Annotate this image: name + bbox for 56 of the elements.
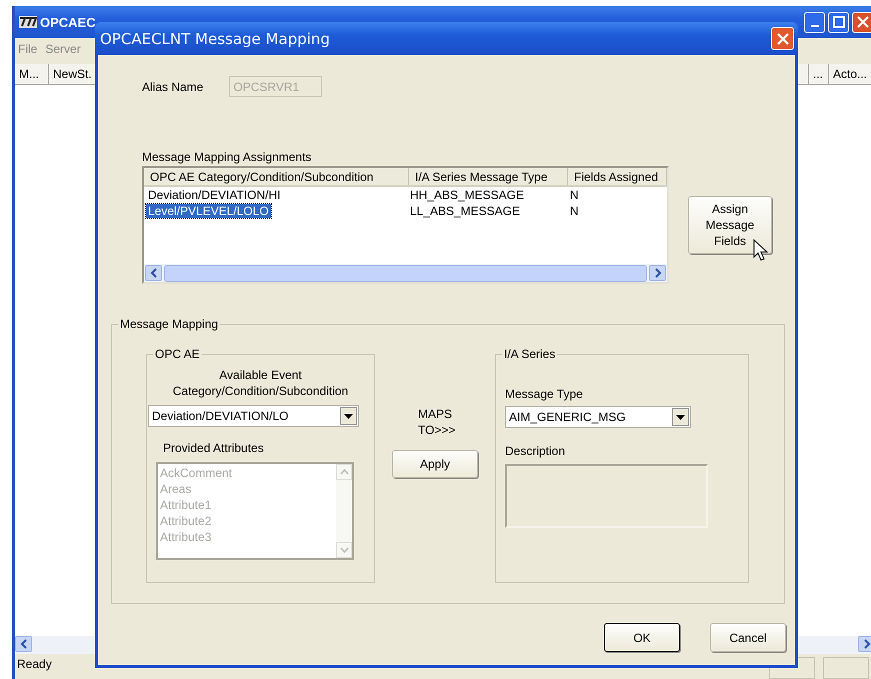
scroll-left-button[interactable]	[15, 636, 32, 652]
table-cell-text: N	[568, 188, 580, 202]
cancel-button[interactable]: Cancel	[710, 623, 786, 652]
event-dropdown[interactable]: Deviation/DEVIATION/LO	[148, 405, 359, 427]
scroll-right-button[interactable]	[649, 265, 666, 281]
close-button[interactable]	[852, 12, 871, 32]
status-text: Ready	[16, 657, 53, 671]
chevron-right-icon	[862, 639, 870, 649]
window-title: OPCAEC	[40, 14, 96, 30]
maximize-icon	[832, 16, 844, 28]
close-icon	[776, 32, 788, 44]
chevron-left-icon	[150, 268, 158, 278]
dropdown-arrow-icon	[344, 414, 353, 418]
column-header[interactable]: OPC AE Category/Condition/Subcondition	[144, 168, 409, 185]
column-header[interactable]: I/A Series Message Type	[409, 168, 568, 185]
chevron-up-icon	[340, 469, 348, 475]
close-icon	[856, 16, 868, 28]
table-cell-text: N	[568, 204, 580, 218]
maximize-button[interactable]	[828, 12, 849, 32]
column-header[interactable]: Fields Assigned	[568, 168, 667, 185]
group-title: OPC AE	[153, 347, 202, 361]
description-field[interactable]	[505, 464, 708, 528]
table-cell-text: LL_ABS_MESSAGE	[408, 204, 521, 218]
table-cell-text: HH_ABS_MESSAGE	[408, 188, 525, 202]
group-title: Message Mapping	[118, 317, 220, 331]
app-icon	[19, 16, 37, 28]
field-label: Available Event Category/Condition/Subcondition	[172, 367, 350, 399]
alias-label: Alias Name	[142, 80, 204, 94]
close-button[interactable]	[771, 27, 794, 50]
scroll-left-button[interactable]	[145, 265, 162, 281]
status-panel	[823, 657, 869, 679]
pointer-cursor-icon	[753, 239, 769, 263]
ok-button[interactable]: OK	[604, 623, 680, 652]
dialog-title: OPCAECLNT Message Mapping	[100, 30, 330, 48]
chevron-down-icon	[340, 547, 348, 553]
column-header[interactable]: M...	[15, 64, 49, 84]
field-label: Provided Attributes	[163, 441, 265, 455]
minimize-icon	[810, 25, 818, 27]
message-type-dropdown[interactable]: AIM_GENERIC_MSG	[505, 406, 691, 428]
table-cell[interactable]: Deviation/DEVIATION/HI	[146, 188, 282, 202]
group-title: I/A Series	[502, 347, 558, 361]
scroll-right-button[interactable]	[858, 636, 871, 652]
section-label: Message Mapping Assignments	[142, 150, 312, 166]
field-label: Description	[505, 444, 566, 458]
dropdown-arrow-icon	[676, 414, 685, 420]
apply-button[interactable]: Apply	[392, 450, 478, 478]
column-header[interactable]: Acto...	[829, 64, 871, 84]
assign-button[interactable]: Assign Message Fields	[688, 196, 772, 254]
list-view[interactable]: OPC AE Category/Condition/Subcondition I/A Series Message Type Fields Assigned Deviation/DEVIATION/HI HH_ABS_MESSAGE N Level/PVLEVEL/LOLO LL_ABS_MESSAGE N	[142, 166, 669, 284]
column-header[interactable]: ...	[809, 64, 829, 84]
table-cell[interactable]: Level/PVLEVEL/LOLO	[146, 204, 271, 218]
field-label: Message Type	[505, 387, 584, 401]
maps-to-label: MAPS TO>>>	[418, 406, 454, 438]
chevron-left-icon	[20, 639, 28, 649]
chevron-right-icon	[654, 268, 662, 278]
minimize-button[interactable]	[804, 12, 825, 32]
